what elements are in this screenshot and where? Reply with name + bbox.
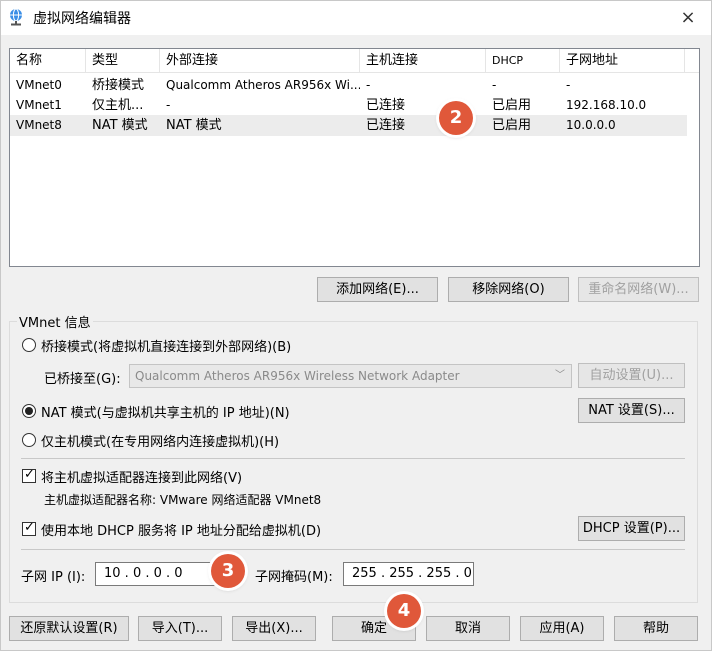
bridged-mode-label[interactable]: 桥接模式(将虚拟机直接连接到外部网络)(B) [41, 336, 291, 355]
cell-subnet: 192.168.10.0 [566, 98, 647, 112]
window-title: 虚拟网络编辑器 [33, 11, 131, 27]
cell-type: NAT 模式 [92, 118, 148, 133]
cell-dhcp: 已启用 [492, 118, 532, 133]
auto-settings-button[interactable]: 自动设置(U)... [578, 363, 685, 388]
cell-external: Qualcomm Atheros AR956x Wi... [166, 78, 360, 92]
host-only-mode-label[interactable]: 仅主机模式(在专用网络内连接虚拟机)(H) [41, 431, 279, 450]
title-bar: 虚拟网络编辑器 × [1, 1, 711, 35]
cell-name: VMnet8 [16, 118, 62, 132]
table-row-selected[interactable]: VMnet8 NAT 模式 NAT 模式 已连接 已启用 10.0.0.0 [10, 115, 687, 136]
cell-type: 仅主机... [92, 98, 144, 113]
column-header-dhcp[interactable]: DHCP [486, 49, 560, 73]
remove-network-button[interactable]: 移除网络(O) [448, 277, 569, 302]
cell-dhcp: - [492, 78, 497, 92]
nat-mode-radio[interactable] [22, 404, 36, 418]
divider [21, 458, 685, 459]
cell-external: - [166, 98, 171, 112]
adapter-name-label: 主机虚拟适配器名称: VMware 网络适配器 VMnet8 [44, 493, 322, 507]
vmnet-info-label: VMnet 信息 [17, 312, 93, 331]
divider [21, 549, 685, 550]
column-header-subnet[interactable]: 子网地址 [560, 49, 685, 73]
nat-settings-button[interactable]: NAT 设置(S)... [578, 398, 685, 423]
subnet-mask-input[interactable]: 255 . 255 . 255 . 0 [343, 562, 474, 586]
step-badge-2: 2 [439, 101, 473, 135]
close-icon[interactable]: × [673, 5, 703, 29]
step-badge-3: 3 [211, 554, 245, 588]
cancel-button[interactable]: 取消 [426, 616, 510, 641]
bridged-mode-radio[interactable] [22, 338, 36, 352]
dhcp-settings-button[interactable]: DHCP 设置(P)... [578, 516, 685, 541]
table-row[interactable]: VMnet0 桥接模式 Qualcomm Atheros AR956x Wi..… [10, 75, 687, 96]
column-header-name[interactable]: 名称 [10, 49, 86, 73]
import-button[interactable]: 导入(T)... [138, 616, 222, 641]
cell-host: - [366, 78, 371, 92]
network-globe-icon [10, 8, 22, 26]
cell-name: VMnet0 [16, 78, 62, 92]
step-badge-4: 4 [387, 594, 421, 628]
virtual-network-editor-window: 虚拟网络编辑器 × 名称 类型 外部连接 主机连接 DHCP 子网地址 VMne… [0, 0, 712, 651]
column-header-type[interactable]: 类型 [86, 49, 160, 73]
bridged-to-label: 已桥接至(G): [44, 372, 121, 387]
table-scrollbar[interactable] [687, 73, 699, 266]
cell-type: 桥接模式 [92, 78, 145, 93]
network-table[interactable]: 名称 类型 外部连接 主机连接 DHCP 子网地址 VMnet0 桥接模式 Qu… [9, 48, 700, 267]
cell-external: NAT 模式 [166, 118, 222, 133]
subnet-mask-label: 子网掩码(M): [255, 570, 333, 585]
connect-adapter-label[interactable]: 将主机虚拟适配器连接到此网络(V) [41, 467, 242, 486]
column-header-host[interactable]: 主机连接 [360, 49, 486, 73]
cell-dhcp: 已启用 [492, 98, 532, 113]
subnet-ip-input[interactable]: 10 . 0 . 0 . 0 [95, 562, 221, 586]
bridged-adapter-value: Qualcomm Atheros AR956x Wireless Network… [135, 369, 460, 383]
host-only-mode-radio[interactable] [22, 433, 36, 447]
cell-subnet: 10.0.0.0 [566, 118, 616, 132]
apply-button[interactable]: 应用(A) [520, 616, 604, 641]
rename-network-button[interactable]: 重命名网络(W)... [578, 277, 699, 302]
bridged-adapter-select[interactable]: Qualcomm Atheros AR956x Wireless Network… [129, 364, 572, 388]
connect-adapter-checkbox[interactable] [22, 467, 36, 483]
cell-name: VMnet1 [16, 98, 62, 112]
chevron-down-icon: ﹀ [555, 370, 565, 381]
table-row[interactable]: VMnet1 仅主机... - 已连接 已启用 192.168.10.0 [10, 95, 687, 116]
nat-mode-label[interactable]: NAT 模式(与虚拟机共享主机的 IP 地址)(N) [41, 402, 290, 421]
table-header: 名称 类型 外部连接 主机连接 DHCP 子网地址 [10, 49, 699, 73]
help-button[interactable]: 帮助 [614, 616, 698, 641]
dhcp-label[interactable]: 使用本地 DHCP 服务将 IP 地址分配给虚拟机(D) [41, 520, 321, 539]
column-header-external[interactable]: 外部连接 [160, 49, 360, 73]
cell-subnet: - [566, 78, 571, 92]
export-button[interactable]: 导出(X)... [232, 616, 316, 641]
dhcp-checkbox[interactable] [22, 520, 36, 536]
restore-defaults-button[interactable]: 还原默认设置(R) [9, 616, 129, 641]
add-network-button[interactable]: 添加网络(E)... [317, 277, 438, 302]
subnet-ip-label: 子网 IP (I): [21, 570, 86, 585]
